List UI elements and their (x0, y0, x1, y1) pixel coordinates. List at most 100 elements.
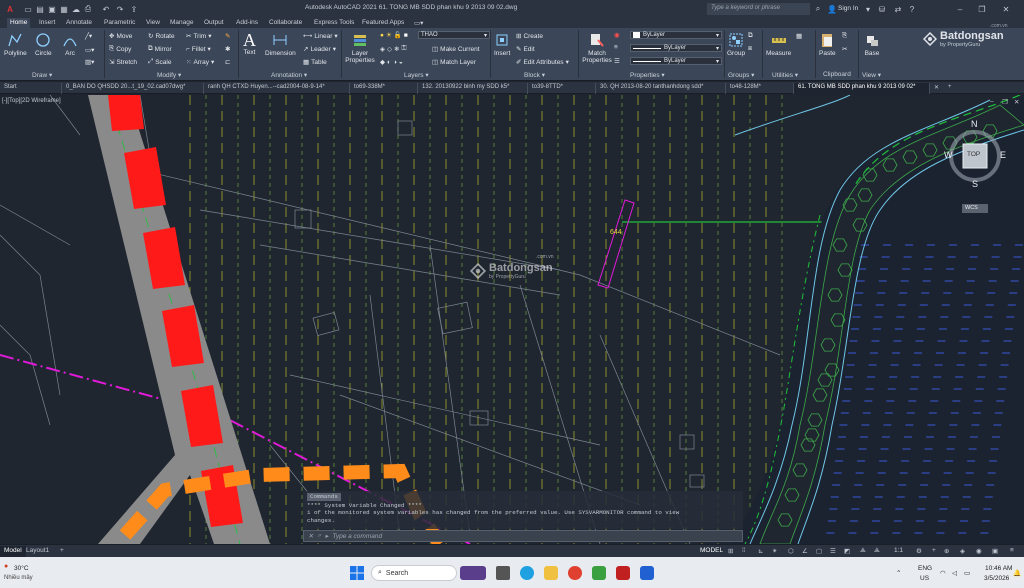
doc-tab[interactable]: ranh QH CTXD Huyen...--cad2004-08-9-14* (204, 83, 350, 94)
print-icon[interactable]: ⎙ (82, 3, 94, 15)
ungroup-icon[interactable]: ⧉ (748, 32, 753, 40)
compass-east[interactable]: E (1000, 150, 1006, 160)
array-button[interactable]: ⁙ Array ▾ (186, 58, 214, 67)
language-top[interactable]: ENG (918, 565, 932, 572)
layer-state-icons[interactable]: ● ☀ 🔓 ■ (380, 31, 408, 40)
compass-north[interactable]: N (971, 119, 978, 129)
object-snap-tracking-icon[interactable]: ∠ (798, 546, 812, 557)
doc-tab[interactable]: 132. 20130922 binh my SDD k5* (418, 83, 528, 94)
search-icon[interactable]: ⌕ (812, 3, 824, 15)
weather-temp[interactable]: 30°C (14, 565, 29, 572)
doc-tab[interactable]: 30. QH 2013-08-20 tanthanhdong sdd* (596, 83, 726, 94)
share-icon[interactable]: ⇪ (128, 3, 140, 15)
viewcube[interactable]: N S W E TOP (944, 118, 1006, 189)
stretch-button[interactable]: ⇲ Stretch (109, 58, 137, 67)
match-layer-button[interactable]: ◫ Match Layer (432, 58, 476, 67)
command-chevron-icon[interactable]: ▸ (325, 532, 328, 540)
dimension-button[interactable]: Dimension (265, 32, 296, 57)
viewport-minimize-icon[interactable]: – (990, 98, 994, 105)
graphics-performance-icon[interactable]: ◉ (972, 546, 986, 557)
paste-button[interactable]: Paste (819, 32, 836, 57)
help-search-input[interactable]: Type a keyword or phrase (707, 3, 810, 15)
lineweight-toggle-icon[interactable]: ☰ (826, 546, 840, 557)
copy-button[interactable]: ⎘ Copy (109, 45, 131, 53)
new-file-icon[interactable]: ▭ (22, 3, 34, 15)
workspace-gear-icon[interactable]: ⚙ (912, 546, 926, 557)
chrome-icon[interactable] (568, 566, 582, 580)
layer-tools-icons[interactable]: ◈ ◇ ❄ ⚿ (380, 45, 406, 53)
tab-add-ins[interactable]: Add-ins (233, 18, 261, 28)
command-input[interactable]: ✕ ⌕ ▸ Type a command (303, 530, 743, 542)
tab-layout1[interactable]: Layout1 (22, 546, 53, 557)
drawing-canvas[interactable]: 644 (0, 95, 1024, 544)
tab-express-tools[interactable]: Express Tools (311, 18, 357, 28)
open-file-icon[interactable]: ▤ (34, 3, 46, 15)
sign-in-link[interactable]: Sign In (838, 5, 858, 12)
new-tab-icon[interactable]: + (944, 83, 956, 94)
customize-icon[interactable]: ≡ (1006, 546, 1018, 557)
autocad-logo-icon[interactable]: A (4, 3, 16, 15)
rotate-button[interactable]: ↻ Rotate (148, 32, 175, 41)
lineweight-dropdown[interactable]: ByLayer ▾ (630, 44, 722, 52)
arc-button[interactable]: Arc (62, 32, 78, 57)
doc-tab[interactable]: to48-128M* (726, 83, 794, 94)
save-icon[interactable]: ▣ (46, 3, 58, 15)
snap-icon[interactable]: ⁞⁞ (738, 546, 750, 557)
tray-chevron-icon[interactable]: ⌃ (896, 569, 901, 577)
undo-icon[interactable]: ↶ (100, 3, 112, 15)
doc-tab[interactable]: 0_BAN DO QHSDD 20...t_19_02.cad07dwg* (62, 83, 204, 94)
edit-attributes-button[interactable]: ✐ Edit Attributes ▾ (516, 58, 569, 67)
insert-button[interactable]: Insert (494, 32, 510, 57)
create-block-button[interactable]: ⊞ Create (516, 32, 543, 41)
notifications-icon[interactable]: 🔔 (1013, 569, 1021, 577)
calculator-icon[interactable]: ▦ (796, 32, 802, 40)
color-dropdown[interactable]: ByLayer ▾ (630, 31, 722, 39)
view-panel-label[interactable]: View ▾ (862, 71, 881, 79)
annotation-scale[interactable]: 1:1 (890, 546, 907, 557)
edge-icon[interactable] (520, 566, 534, 580)
minimize-icon[interactable]: – (954, 3, 966, 15)
layer-more-icons[interactable]: ◆ ◐ ◑ ◒ (380, 58, 403, 67)
close-icon[interactable]: ✕ (308, 532, 313, 540)
hatch-icon[interactable]: ▨▾ (85, 58, 94, 66)
battery-icon[interactable]: ▭ (964, 569, 970, 577)
grid-icon[interactable]: ⊞ (724, 546, 737, 557)
clock-date[interactable]: 3/5/2026 (984, 575, 1009, 582)
windows-start-icon[interactable] (350, 566, 364, 580)
measure-button[interactable]: Measure (766, 32, 791, 57)
autocad-taskbar-icon[interactable] (616, 566, 630, 580)
scale-button[interactable]: ⤢ Scale (148, 58, 171, 66)
ribbon-options-icon[interactable]: ▭▾ (411, 18, 426, 28)
save-as-icon[interactable]: ▦ (58, 3, 70, 15)
compass-west[interactable]: W (944, 150, 953, 160)
weather-icon[interactable]: ● (4, 563, 8, 570)
object-snap-icon[interactable]: ▢ (812, 546, 826, 557)
file-explorer-icon[interactable] (544, 566, 558, 580)
redo-icon[interactable]: ↷ (114, 3, 126, 15)
layer-properties-button[interactable]: Layer Properties (345, 32, 375, 64)
compass-south[interactable]: S (972, 179, 978, 189)
tab-collaborate[interactable]: Collaborate (266, 18, 305, 28)
modify-panel-label[interactable]: Modify ▾ (157, 71, 181, 79)
help-icon[interactable]: ? (906, 3, 918, 15)
doc-tab[interactable]: to69-338M* (350, 83, 418, 94)
table-button[interactable]: ▦ Table (303, 58, 327, 67)
user-icon[interactable]: 👤 (826, 3, 838, 15)
doc-tab[interactable]: to39-8TTD* (528, 83, 596, 94)
tab-insert[interactable]: Insert (36, 18, 58, 28)
auto-scale-icon[interactable]: ⟁ (870, 546, 884, 557)
make-current-button[interactable]: ◫ Make Current (432, 45, 480, 54)
annotation-monitor-icon[interactable]: + (928, 546, 940, 557)
search-icon[interactable]: ⌕ (317, 532, 321, 540)
group-edit-icon[interactable]: ⧈ (748, 45, 752, 53)
cut-icon[interactable]: ✂ (842, 45, 847, 53)
volume-icon[interactable]: ◁ (952, 569, 957, 577)
layers-panel-label[interactable]: Layers ▾ (404, 71, 429, 79)
weather-desc[interactable]: Nhiều mây (4, 575, 33, 581)
clipboard-panel-label[interactable]: Clipboard (823, 71, 851, 78)
close-tab-icon[interactable]: ✕ (930, 83, 942, 94)
maximize-icon[interactable]: ❐ (976, 3, 988, 15)
trim-button[interactable]: ✂ Trim ▾ (186, 32, 211, 41)
mirror-button[interactable]: ⧉ Mirror (148, 45, 172, 53)
line-draw-icon[interactable]: ╱▾ (85, 32, 92, 40)
